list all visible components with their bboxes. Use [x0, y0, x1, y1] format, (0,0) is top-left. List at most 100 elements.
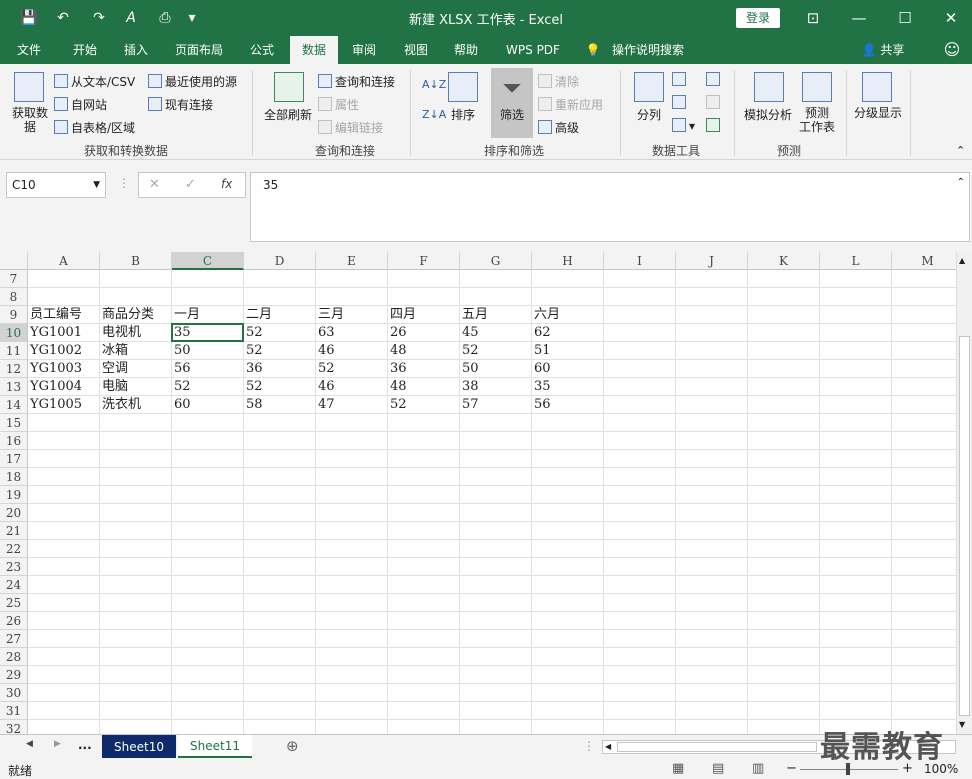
row-header-8[interactable]: 8: [0, 288, 28, 306]
row-header-13[interactable]: 13: [0, 378, 28, 396]
cell-c9[interactable]: 一月: [172, 306, 244, 324]
row-header-32[interactable]: 32: [0, 720, 28, 734]
what-if-analysis-button[interactable]: 模拟分析: [740, 106, 796, 123]
cell-d12[interactable]: 36: [244, 360, 316, 378]
cell-e10[interactable]: 63: [316, 324, 388, 342]
recent-sources-button[interactable]: 最近使用的源: [148, 73, 237, 90]
scroll-left-icon[interactable]: ◀: [605, 742, 611, 751]
spreadsheet-grid[interactable]: ABCDEFGHIJKLM 7 8 9 10 11 12 13 14 15 16 17 18 19 20 2…: [0, 252, 972, 734]
column-header-f[interactable]: F: [388, 252, 460, 270]
column-header-c[interactable]: C: [172, 252, 244, 270]
maximize-icon[interactable]: ☐: [890, 6, 920, 30]
customize-qat-icon[interactable]: ▾: [184, 8, 200, 28]
undo-icon[interactable]: ↶: [48, 8, 78, 28]
consolidate-icon[interactable]: [706, 72, 723, 87]
get-data-button[interactable]: 获取数 据: [8, 106, 52, 134]
sheet-tab-sheet10[interactable]: Sheet10: [102, 735, 176, 758]
prev-sheet-icon[interactable]: ◀: [26, 739, 33, 749]
row-header-23[interactable]: 23: [0, 558, 28, 576]
tab-formulas[interactable]: 公式: [240, 36, 284, 64]
queries-connections-button[interactable]: 查询和连接: [318, 73, 395, 90]
column-header-j[interactable]: J: [676, 252, 748, 270]
cell-f12[interactable]: 36: [388, 360, 460, 378]
cell-e13[interactable]: 46: [316, 378, 388, 396]
cell-e12[interactable]: 52: [316, 360, 388, 378]
expand-formula-bar-icon[interactable]: ⌃: [957, 177, 965, 188]
column-header-m[interactable]: M: [892, 252, 964, 270]
cell-f14[interactable]: 52: [388, 396, 460, 414]
tab-home[interactable]: 开始: [62, 36, 108, 64]
row-header-28[interactable]: 28: [0, 648, 28, 666]
column-header-l[interactable]: L: [820, 252, 892, 270]
cell-f13[interactable]: 48: [388, 378, 460, 396]
ribbon-display-icon[interactable]: ⊡: [798, 6, 828, 30]
row-header-30[interactable]: 30: [0, 684, 28, 702]
row-header-7[interactable]: 7: [0, 270, 28, 288]
horizontal-scroll-thumb[interactable]: [617, 742, 817, 752]
cell-g10[interactable]: 45: [460, 324, 532, 342]
properties-button[interactable]: 属性: [318, 96, 359, 113]
refresh-all-button[interactable]: 全部刷新: [260, 106, 316, 123]
row-header-20[interactable]: 20: [0, 504, 28, 522]
cell-h9[interactable]: 六月: [532, 306, 604, 324]
sort-desc-icon[interactable]: Z↓A: [422, 108, 446, 121]
more-sheets-button[interactable]: ...: [78, 738, 92, 752]
save-icon[interactable]: 💾: [18, 8, 40, 28]
cell-c12[interactable]: 56: [172, 360, 244, 378]
cell-d14[interactable]: 58: [244, 396, 316, 414]
row-header-9[interactable]: 9: [0, 306, 28, 324]
cell-f9[interactable]: 四月: [388, 306, 460, 324]
cell-h11[interactable]: 51: [532, 342, 604, 360]
next-sheet-icon[interactable]: ▶: [54, 739, 61, 749]
tab-wps-pdf[interactable]: WPS PDF: [496, 36, 570, 64]
cell-b9[interactable]: 商品分类: [100, 306, 172, 324]
cell-h13[interactable]: 35: [532, 378, 604, 396]
remove-duplicates-icon[interactable]: [672, 95, 689, 110]
column-header-g[interactable]: G: [460, 252, 532, 270]
cell-a12[interactable]: YG1003: [28, 360, 100, 378]
cell-h12[interactable]: 60: [532, 360, 604, 378]
forecast-sheet-button[interactable]: 预测 工作表: [796, 106, 838, 134]
row-header-27[interactable]: 27: [0, 630, 28, 648]
cell-b13[interactable]: 电脑: [100, 378, 172, 396]
cell-e14[interactable]: 47: [316, 396, 388, 414]
page-layout-view-icon[interactable]: ▤: [712, 761, 724, 776]
cell-f10[interactable]: 26: [388, 324, 460, 342]
tab-split-grip-icon[interactable]: ⋮: [583, 739, 595, 753]
print-preview-icon[interactable]: ⎙: [154, 8, 176, 28]
normal-view-icon[interactable]: ▦: [672, 761, 684, 776]
tell-me-search[interactable]: 操作说明搜索: [606, 36, 690, 64]
cell-g9[interactable]: 五月: [460, 306, 532, 324]
page-break-view-icon[interactable]: ▥: [752, 761, 764, 776]
cell-c11[interactable]: 50: [172, 342, 244, 360]
cell-g12[interactable]: 50: [460, 360, 532, 378]
enter-icon[interactable]: ✓: [185, 177, 196, 192]
relationships-icon[interactable]: [706, 95, 723, 110]
add-sheet-icon[interactable]: ⊕: [286, 737, 299, 755]
cell-g11[interactable]: 52: [460, 342, 532, 360]
from-table-button[interactable]: 自表格/区域: [54, 119, 135, 136]
row-header-24[interactable]: 24: [0, 576, 28, 594]
share-button[interactable]: 👤 共享: [858, 36, 908, 64]
row-header-22[interactable]: 22: [0, 540, 28, 558]
outline-button[interactable]: 分级显示: [850, 104, 906, 121]
column-header-i[interactable]: I: [604, 252, 676, 270]
cell-f11[interactable]: 48: [388, 342, 460, 360]
row-header-19[interactable]: 19: [0, 486, 28, 504]
cell-d9[interactable]: 二月: [244, 306, 316, 324]
cell-h14[interactable]: 56: [532, 396, 604, 414]
format-painter-icon[interactable]: A: [118, 8, 144, 28]
select-all-corner[interactable]: [0, 252, 28, 270]
sheet-tab-sheet11[interactable]: Sheet11: [178, 735, 252, 758]
text-to-columns-button[interactable]: 分列: [630, 106, 668, 123]
cell-a10[interactable]: YG1001: [28, 324, 100, 342]
cancel-icon[interactable]: ✕: [149, 177, 160, 192]
cell-a14[interactable]: YG1005: [28, 396, 100, 414]
tab-view[interactable]: 视图: [394, 36, 438, 64]
clear-button[interactable]: 清除: [538, 73, 579, 90]
sort-button[interactable]: 排序: [446, 106, 480, 123]
scroll-up-icon[interactable]: ▲: [959, 256, 965, 265]
row-header-11[interactable]: 11: [0, 342, 28, 360]
tab-page-layout[interactable]: 页面布局: [168, 36, 230, 64]
row-header-16[interactable]: 16: [0, 432, 28, 450]
